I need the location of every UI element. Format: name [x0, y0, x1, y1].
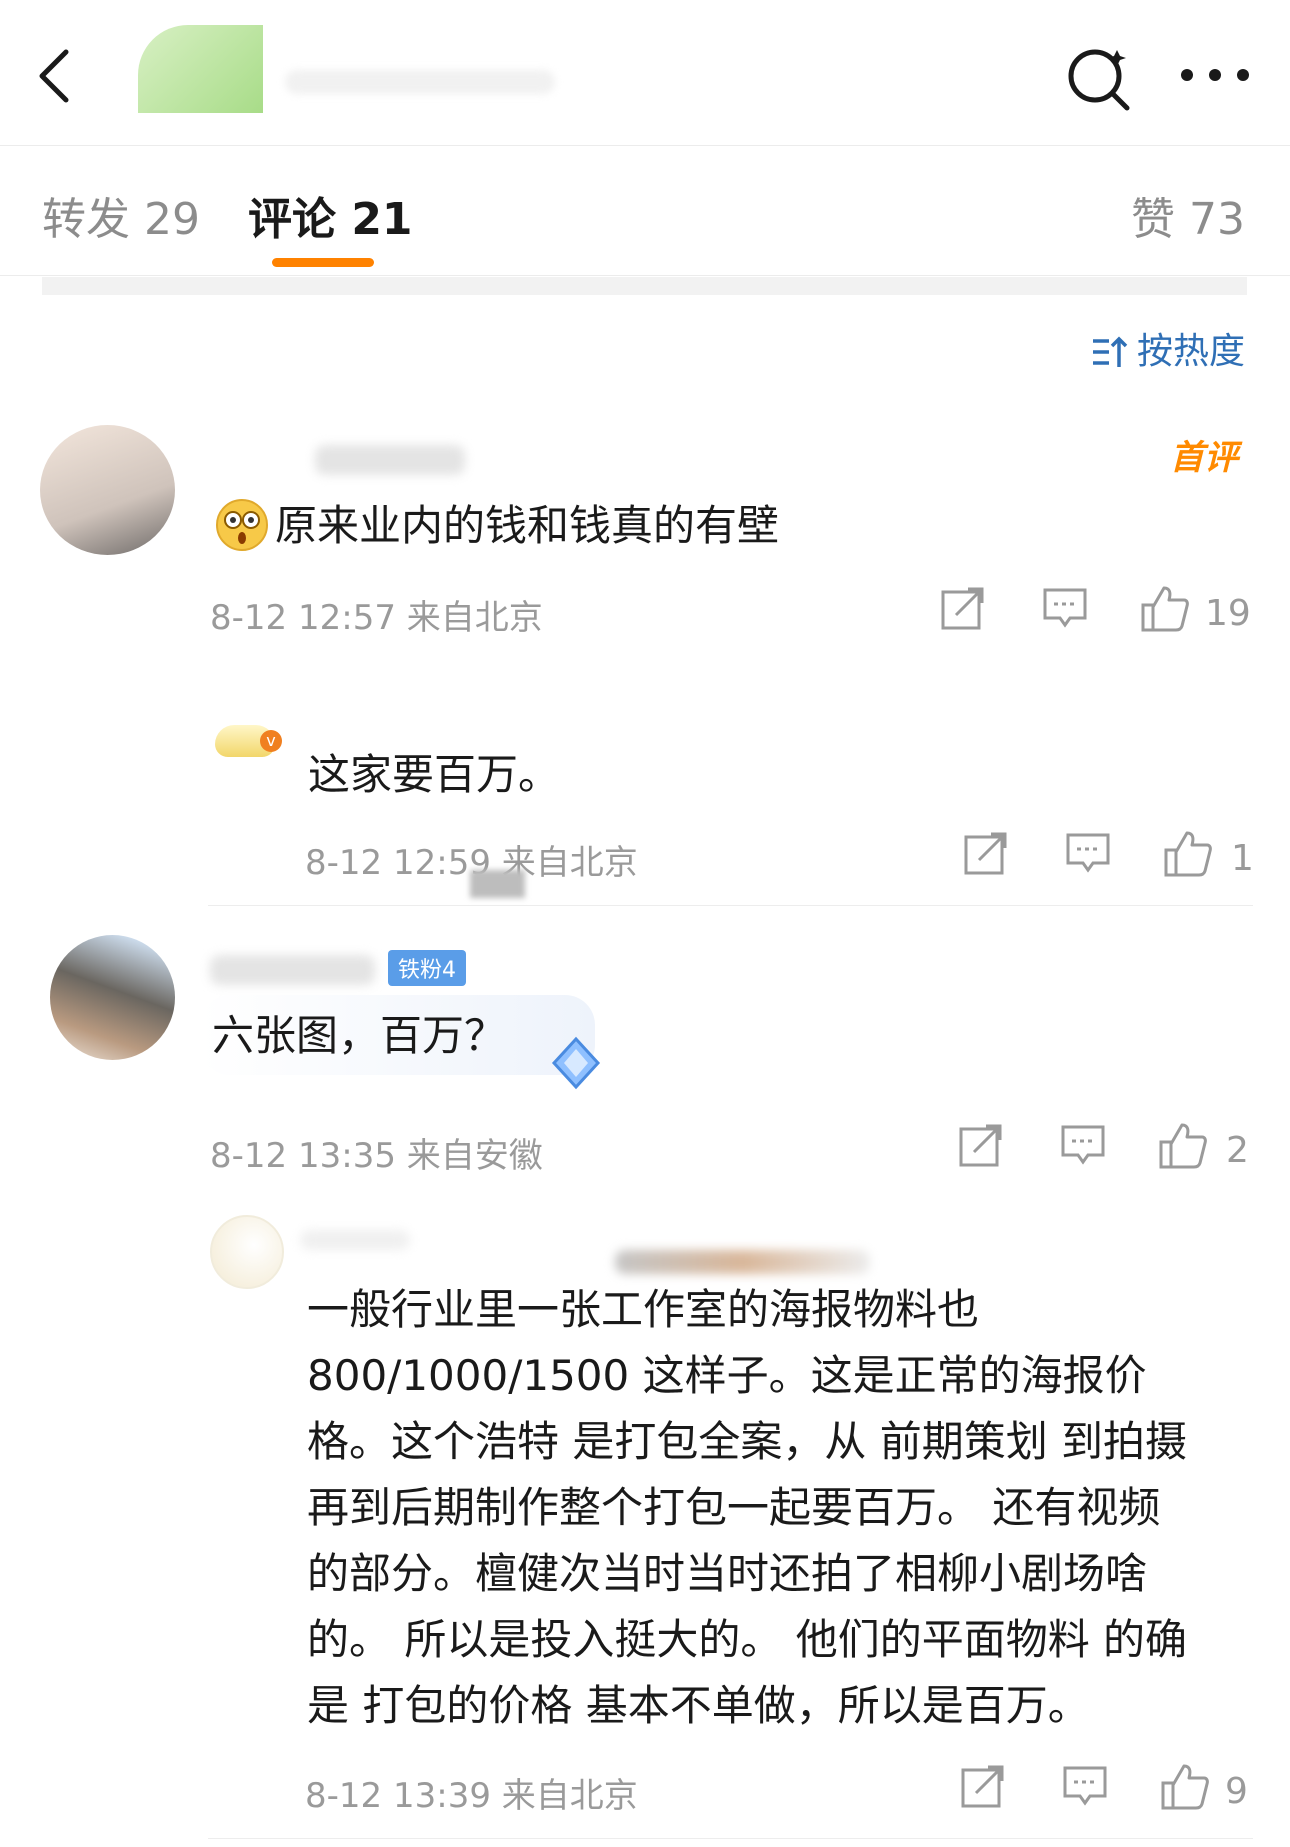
verified-icon: v [260, 730, 282, 752]
reply-icon[interactable] [1062, 1763, 1108, 1813]
comment-actions: 1 [963, 830, 1254, 890]
comment-location: 来自北京 [406, 598, 543, 638]
avatar[interactable] [210, 1215, 284, 1289]
like-count: 1 [1231, 838, 1254, 879]
shocked-emoji-icon [215, 498, 269, 552]
comment-actions: 9 [960, 1763, 1253, 1823]
comment-line: 的部分。檀健次当时当时还拍了相柳小剧场啥 [307, 1549, 1148, 1598]
diamond-icon [548, 1035, 604, 1095]
redaction [470, 870, 525, 898]
section-divider [42, 277, 1247, 295]
comment-location: 来自安徽 [406, 1136, 543, 1176]
like-icon[interactable] [1140, 585, 1190, 637]
like-icon[interactable] [1160, 1763, 1210, 1815]
comment-line: 格。这个浩特 是打包全案，从 前期策划 到拍摄 [307, 1417, 1188, 1466]
comment-time: 8-12 12:57 [210, 598, 396, 638]
active-tab-indicator [272, 258, 374, 267]
comment-text: 原来业内的钱和钱真的有壁 [275, 501, 780, 550]
comment-line: 是 打包的价格 基本不单做，所以是百万。 [307, 1681, 1090, 1730]
username[interactable] [300, 1230, 410, 1250]
first-comment-badge: 首评 [1170, 438, 1238, 478]
reply-icon[interactable] [1042, 585, 1088, 635]
fan-badge: 铁粉4 [388, 950, 466, 986]
comment-time: 8-12 13:35 [210, 1136, 396, 1176]
like-count: 2 [1226, 1130, 1249, 1171]
like-count: 9 [1225, 1771, 1248, 1812]
author-avatar[interactable] [138, 25, 263, 113]
comment-line: 800/1000/1500 这样子。这是正常的海报价 [307, 1351, 1147, 1400]
comment-time: 8-12 12:59 [305, 843, 491, 883]
more-icon[interactable] [1175, 55, 1255, 95]
tab-bar: 转发 29 评论 21 赞 73 [0, 145, 1290, 276]
username[interactable] [315, 445, 465, 475]
comment-line: 一般行业里一张工作室的海报物料也 [307, 1285, 980, 1334]
comment-time: 8-12 13:39 [305, 1776, 491, 1816]
repost-icon[interactable] [963, 830, 1009, 880]
author-name[interactable] [285, 70, 555, 94]
comment-actions: 19 [940, 585, 1251, 645]
divider [208, 905, 1253, 906]
comment-text: 这家要百万。 [308, 750, 561, 799]
comment-line: 再到后期制作整个打包一起要百万。 还有视频 [307, 1483, 1161, 1532]
like-icon[interactable] [1163, 830, 1213, 882]
avatar[interactable] [50, 935, 175, 1060]
redaction [615, 1250, 870, 1274]
top-bar [0, 0, 1290, 146]
like-count: 19 [1205, 593, 1251, 634]
repost-icon[interactable] [960, 1763, 1006, 1813]
comment-meta: 8-12 12:57 来自北京 [210, 590, 543, 639]
comment-text: 六张图，百万？ [212, 1011, 507, 1060]
sort-label: 按热度 [1136, 331, 1245, 372]
sort-icon [1092, 336, 1128, 367]
reply-icon[interactable] [1060, 1122, 1106, 1172]
avatar[interactable] [40, 425, 175, 555]
comment-location: 来自北京 [501, 1776, 638, 1816]
search-icon[interactable] [1065, 42, 1135, 112]
like-icon[interactable] [1158, 1122, 1208, 1174]
tab-likes[interactable]: 赞 73 [1131, 183, 1245, 247]
comment-body: 一般行业里一张工作室的海报物料也 800/1000/1500 这样子。这是正常的… [307, 1277, 1267, 1739]
comment-actions: 2 [958, 1122, 1253, 1182]
reply-icon[interactable] [1065, 830, 1111, 880]
comment-line: 的。 所以是投入挺大的。 他们的平面物料 的确 [307, 1615, 1188, 1664]
tab-comments[interactable]: 评论 21 [248, 183, 413, 247]
repost-icon[interactable] [958, 1122, 1004, 1172]
divider [208, 1838, 1253, 1839]
sort-button[interactable]: 按热度 [1091, 322, 1245, 374]
comment-meta: 8-12 13:39 来自北京 [305, 1768, 638, 1817]
repost-icon[interactable] [940, 585, 986, 635]
comment-meta: 8-12 13:35 来自安徽 [210, 1128, 543, 1177]
tab-reposts[interactable]: 转发 29 [42, 183, 200, 247]
username[interactable] [210, 955, 375, 985]
chevron-left-icon[interactable] [30, 40, 90, 110]
